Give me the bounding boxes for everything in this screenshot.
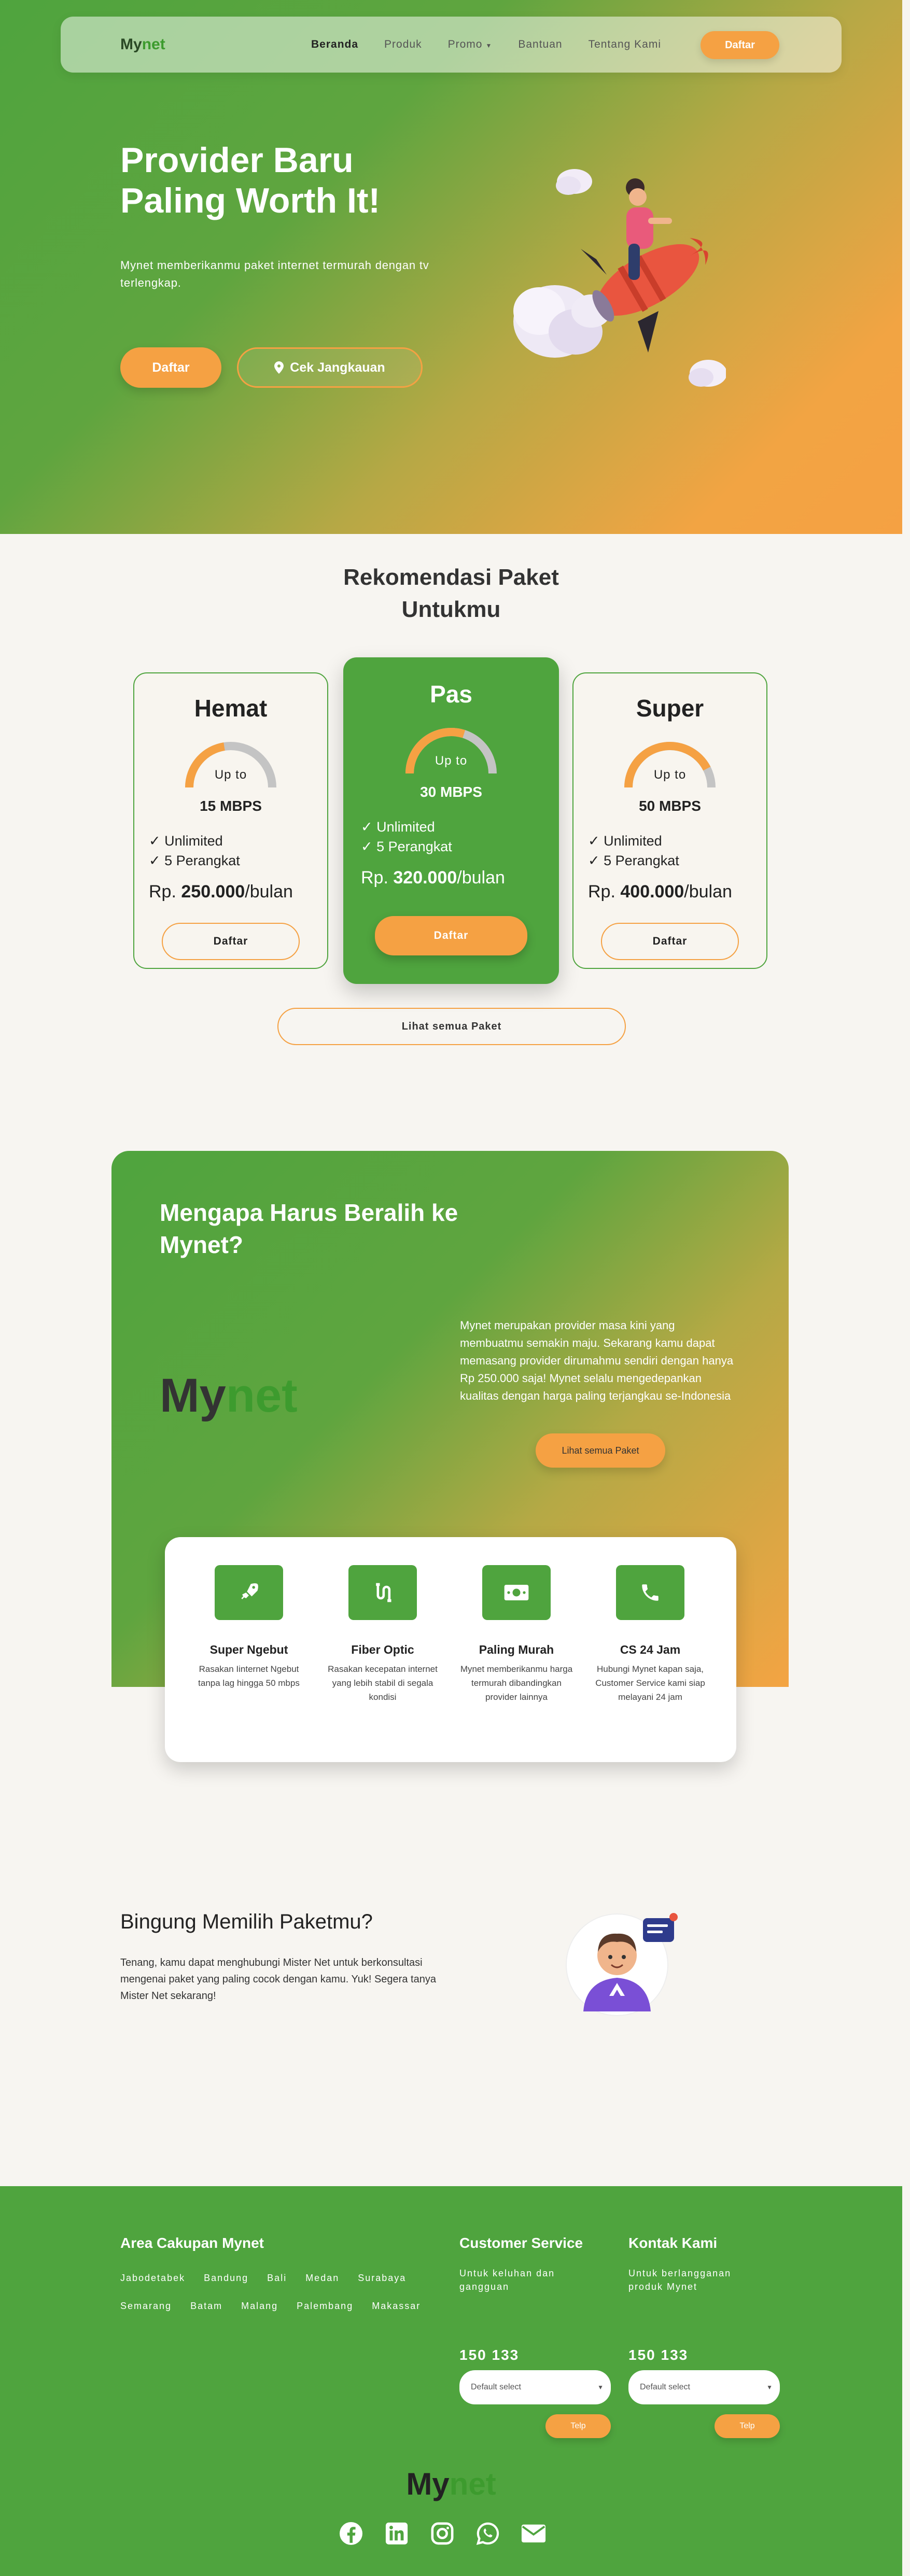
cs-title: Customer Service — [459, 2235, 583, 2251]
area-item: Surabaya — [358, 2273, 407, 2283]
social-links — [338, 2521, 547, 2546]
nav-links: Beranda Produk Promo ▼ Bantuan Tentang Ka… — [311, 38, 687, 51]
chevron-down-icon: ▼ — [766, 2384, 773, 2391]
package-price: Rp. 250.000/bulan — [149, 882, 293, 902]
why-logo: Mynet — [160, 1369, 298, 1422]
area-item: Jabodetabek — [120, 2273, 186, 2283]
package-name: Hemat — [194, 695, 268, 722]
feature-super-ngebut: Super Ngebut Rasakan Iinternet Ngebut ta… — [187, 1565, 311, 1690]
area-title: Area Cakupan Mynet — [120, 2235, 264, 2251]
area-item: Palembang — [297, 2301, 354, 2311]
mister-net-avatar[interactable] — [563, 1908, 682, 2017]
package-name: Pas — [430, 681, 472, 708]
speed-gauge-arc — [405, 728, 497, 774]
upto-label: Up to — [435, 754, 468, 768]
contact-text: Untuk berlangganan produk Mynet — [628, 2268, 732, 2292]
upto-label: Up to — [653, 768, 687, 782]
instagram-icon[interactable] — [429, 2521, 455, 2546]
feature-fiber-optic: Fiber Optic Rasakan kecepatan internet y… — [320, 1565, 445, 1704]
package-card-pas: Pas Up to 30 MBPS ✓ Unlimited ✓ 5 Perang… — [343, 657, 559, 984]
package-daftar-button[interactable]: Daftar — [601, 923, 739, 960]
speed-gauge-arc — [185, 742, 276, 788]
contact-title: Kontak Kami — [628, 2235, 718, 2251]
contact-telp-button[interactable]: Telp — [715, 2414, 780, 2438]
consult-title: Bingung Memilih Paketmu? — [120, 1910, 373, 1933]
feature-cs-24-jam: CS 24 Jam Hubungi Mynet kapan saja, Cust… — [588, 1565, 712, 1704]
area-item: Batam — [190, 2301, 223, 2311]
navbar: Mynet Beranda Produk Promo ▼ Bantuan Tent… — [61, 17, 842, 73]
email-icon[interactable] — [521, 2521, 547, 2546]
area-item: Medan — [305, 2273, 340, 2283]
why-title: Mengapa Harus Beralih ke Mynet? — [160, 1199, 458, 1258]
contact-select[interactable]: Default select ▼ — [628, 2370, 780, 2404]
feature-paling-murah: Paling Murah Mynet memberikanmu harga te… — [454, 1565, 579, 1704]
linkedin-icon[interactable] — [384, 2521, 410, 2546]
area-item: Bandung — [204, 2273, 249, 2283]
hero-subtitle: Mynet memberikanmu paket internet termur… — [120, 259, 429, 289]
brand-logo[interactable]: Mynet — [120, 36, 165, 53]
package-daftar-button[interactable]: Daftar — [375, 916, 527, 955]
nav-item-promo[interactable]: Promo ▼ — [448, 38, 493, 51]
package-speed: 15 MBPS — [200, 798, 262, 814]
upto-label: Up to — [214, 768, 247, 782]
nav-item-tentang[interactable]: Tentang Kami — [589, 38, 661, 51]
package-features: ✓ Unlimited ✓ 5 Perangkat — [588, 833, 679, 868]
package-features: ✓ Unlimited ✓ 5 Perangkat — [361, 819, 452, 854]
speed-gauge: Up to — [179, 736, 283, 793]
speed-gauge-arc — [624, 742, 716, 788]
area-item: Malang — [241, 2301, 278, 2311]
footer-logo: Mynet — [406, 2467, 496, 2501]
chevron-down-icon: ▼ — [597, 2384, 604, 2391]
features-card: Super Ngebut Rasakan Iinternet Ngebut ta… — [165, 1537, 736, 1762]
nav-item-beranda[interactable]: Beranda — [311, 38, 358, 51]
why-see-all-button[interactable]: Lihat semua Paket — [536, 1433, 665, 1468]
speed-gauge: Up to — [399, 722, 503, 779]
package-speed: 30 MBPS — [420, 784, 482, 800]
area-item: Semarang — [120, 2301, 172, 2311]
speed-gauge: Up to — [618, 736, 722, 793]
area-item: Bali — [267, 2273, 287, 2283]
footer: Area Cakupan Mynet Jabodetabek Bandung Bal… — [0, 2186, 902, 2576]
rocket-icon — [215, 1565, 283, 1620]
see-all-packages-button[interactable]: Lihat semua Paket — [277, 1008, 626, 1045]
consult-text: Tenang, kamu dapat menghubungi Mister Ne… — [120, 1957, 436, 2002]
area-list: Jabodetabek Bandung Bali Medan Surabaya Sema… — [120, 2264, 457, 2320]
rocket-illustration — [513, 169, 726, 387]
package-card-hemat: Hemat Up to 15 MBPS ✓ Unlimited ✓ 5 Pera… — [133, 672, 328, 969]
package-card-super: Super Up to 50 MBPS ✓ Unlimited ✓ 5 Pera… — [572, 672, 767, 969]
packages-title: Rekomendasi Paket Untukmu — [343, 565, 559, 622]
location-pin-icon — [274, 361, 284, 374]
hero-title: Provider Baru Paling Worth It! — [120, 140, 381, 220]
hero-cek-jangkauan-button[interactable]: Cek Jangkauan — [237, 347, 423, 388]
nav-item-bantuan[interactable]: Bantuan — [518, 38, 562, 51]
hero-daftar-button[interactable]: Daftar — [120, 347, 221, 388]
hero-section: Mynet Beranda Produk Promo ▼ Bantuan Tent… — [0, 0, 902, 534]
money-icon — [482, 1565, 551, 1620]
fiber-icon — [348, 1565, 417, 1620]
package-price: Rp. 320.000/bulan — [361, 868, 505, 888]
why-description: Mynet merupakan provider masa kini yang … — [460, 1319, 734, 1402]
cs-text: Untuk keluhan dan gangguan — [459, 2268, 555, 2292]
area-item: Makassar — [372, 2301, 421, 2311]
package-speed: 50 MBPS — [639, 798, 701, 814]
chevron-down-icon: ▼ — [485, 42, 493, 49]
facebook-icon[interactable] — [338, 2521, 364, 2546]
cs-number: 150 133 — [459, 2347, 520, 2363]
contact-number: 150 133 — [628, 2347, 689, 2363]
package-features: ✓ Unlimited ✓ 5 Perangkat — [149, 833, 240, 868]
cs-select[interactable]: Default select ▼ — [459, 2370, 611, 2404]
package-price: Rp. 400.000/bulan — [588, 882, 732, 902]
nav-daftar-button[interactable]: Daftar — [701, 31, 779, 59]
package-name: Super — [636, 695, 704, 722]
package-daftar-button[interactable]: Daftar — [162, 923, 300, 960]
whatsapp-icon[interactable] — [475, 2521, 501, 2546]
phone-icon — [616, 1565, 684, 1620]
cs-telp-button[interactable]: Telp — [545, 2414, 611, 2438]
nav-item-produk[interactable]: Produk — [384, 38, 422, 51]
